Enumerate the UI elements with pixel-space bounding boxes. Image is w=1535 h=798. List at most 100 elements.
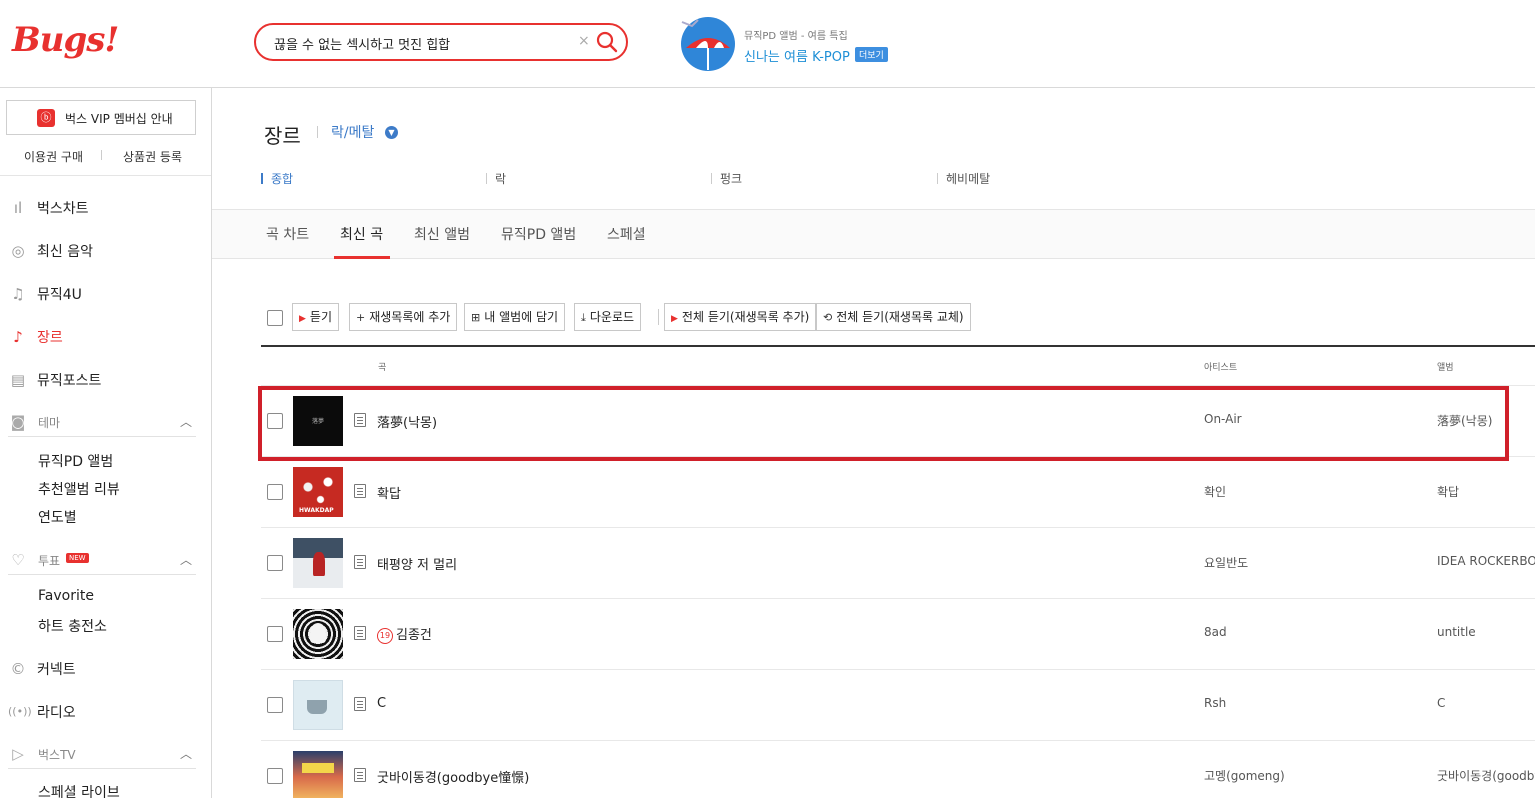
chevron-down-icon[interactable]: ▼ xyxy=(385,126,398,139)
artist-link[interactable]: 요일반도 xyxy=(1204,554,1248,571)
theme-item-musicpd-album[interactable]: 뮤직PD 앨범 xyxy=(38,451,113,471)
tv-group-header[interactable]: ▷ 벅스TV ︿ xyxy=(8,743,196,769)
heart-icon: ♡ xyxy=(11,551,25,569)
listen-all-add-button[interactable]: ▶ 전체 듣기(재생목록 추가) xyxy=(664,303,817,331)
song-title-link[interactable]: 태평양 저 멀리 xyxy=(377,554,457,573)
chevron-up-icon[interactable]: ︿ xyxy=(180,413,192,430)
vote-item-heart-charge[interactable]: 하트 충전소 xyxy=(38,616,107,636)
album-link[interactable]: IDEA ROCKERBOY xyxy=(1437,554,1535,568)
row-divider xyxy=(261,598,1535,599)
vip-membership-button[interactable]: ⓑ 벅스 VIP 멤버십 안내 xyxy=(6,100,196,135)
register-coupon-link[interactable]: 상품권 등록 xyxy=(123,148,182,165)
subgenre-label: 펑크 xyxy=(720,172,743,186)
tab-special[interactable]: 스페셜 xyxy=(607,224,646,244)
lyrics-icon[interactable] xyxy=(354,626,366,640)
album-thumbnail[interactable] xyxy=(293,538,343,588)
artist-link[interactable]: 고멩(gomeng) xyxy=(1204,767,1285,784)
divider xyxy=(658,309,659,325)
new-music-icon: ◎ xyxy=(11,242,25,260)
album-thumbnail[interactable] xyxy=(293,751,343,798)
column-header-artist: 아티스트 xyxy=(1204,363,1238,373)
theme-item-album-review[interactable]: 추천앨범 리뷰 xyxy=(38,479,120,499)
vote-item-favorite[interactable]: Favorite xyxy=(38,588,94,604)
song-title-link[interactable]: 19 김종건 xyxy=(377,624,432,644)
nav-music-post[interactable]: ▤ 뮤직포스트 xyxy=(8,367,204,397)
column-header-song: 곡 xyxy=(378,363,387,373)
artist-link[interactable]: 확인 xyxy=(1204,483,1226,500)
album-link[interactable]: 확답 xyxy=(1437,483,1459,500)
nav-genre[interactable]: ♪ 장르 xyxy=(8,324,204,354)
bugs-logo[interactable]: Bugs! xyxy=(12,20,119,60)
tab-song-chart[interactable]: 곡 차트 xyxy=(266,224,309,244)
promo-more-button[interactable]: 더보기 xyxy=(855,47,888,62)
lyrics-icon[interactable] xyxy=(354,555,366,569)
album-link[interactable]: 굿바이동경(goodbye憧憬) xyxy=(1437,767,1535,784)
row-checkbox[interactable] xyxy=(267,697,283,713)
nav-music4u[interactable]: ♫ 뮤직4U xyxy=(8,281,204,311)
play-icon: ▶ xyxy=(671,314,678,324)
vip-label: 벅스 VIP 멤버십 안내 xyxy=(65,112,173,126)
vote-group-header[interactable]: ♡ 투표 NEW ︿ xyxy=(8,549,196,575)
button-label: 전체 듣기(재생목록 교체) xyxy=(836,310,964,324)
chevron-up-icon[interactable]: ︿ xyxy=(180,551,192,568)
album-thumbnail[interactable] xyxy=(293,680,343,730)
row-checkbox[interactable] xyxy=(267,768,283,784)
album-link[interactable]: C xyxy=(1437,696,1445,710)
song-title-link[interactable]: 확답 xyxy=(377,483,401,502)
add-to-playlist-button[interactable]: + 재생목록에 추가 xyxy=(349,303,458,331)
row-checkbox[interactable] xyxy=(267,484,283,500)
theme-group-header[interactable]: ◙ 테마 ︿ xyxy=(8,411,196,437)
divider xyxy=(0,175,211,176)
add-to-my-album-button[interactable]: ⊞ 내 앨범에 담기 xyxy=(464,303,566,331)
promo-title-link[interactable]: 신나는 여름 K-POP xyxy=(744,46,850,65)
lyrics-icon[interactable] xyxy=(354,484,366,498)
summer-umbrella-image[interactable] xyxy=(678,14,738,72)
download-button[interactable]: ⤓ 다운로드 xyxy=(574,303,642,331)
chevron-up-icon[interactable]: ︿ xyxy=(180,745,192,762)
row-checkbox[interactable] xyxy=(267,626,283,642)
artist-link[interactable]: 8ad xyxy=(1204,625,1227,639)
album-thumbnail[interactable]: HWAKDAP xyxy=(293,467,343,517)
song-title-link[interactable]: C xyxy=(377,696,386,711)
subgenre-tab-rock[interactable]: 락 xyxy=(486,170,506,187)
search-icon[interactable] xyxy=(596,31,618,53)
subgenre-label: 헤비메탈 xyxy=(946,172,991,186)
lyrics-icon[interactable] xyxy=(354,768,366,782)
nav-radio[interactable]: ((•)) 라디오 xyxy=(8,699,204,729)
search-input[interactable]: 끊을 수 없는 섹시하고 멋진 힙합 xyxy=(274,34,450,53)
play-icon: ▶ xyxy=(299,314,306,324)
divider xyxy=(101,150,102,160)
artist-link[interactable]: Rsh xyxy=(1204,696,1226,710)
tab-latest-songs[interactable]: 최신 곡 xyxy=(340,224,383,244)
chart-icon: ıl xyxy=(13,199,23,217)
replay-icon: ⟲ xyxy=(823,311,833,324)
nav-label: 뮤직포스트 xyxy=(37,373,102,389)
bugs-vip-icon: ⓑ xyxy=(37,109,55,127)
nav-new-music[interactable]: ◎ 최신 음악 xyxy=(8,238,204,268)
nav-connect[interactable]: © 커넥트 xyxy=(8,656,204,686)
tab-musicpd-albums[interactable]: 뮤직PD 앨범 xyxy=(501,224,576,244)
tv-icon: ▷ xyxy=(12,745,24,763)
album-link[interactable]: untitle xyxy=(1437,625,1476,639)
subgenre-tab-heavymetal[interactable]: 헤비메탈 xyxy=(937,170,990,187)
listen-all-replace-button[interactable]: ⟲ 전체 듣기(재생목록 교체) xyxy=(816,303,971,331)
song-title-link[interactable]: 굿바이동경(goodbye憧憬) xyxy=(377,767,529,786)
search-box[interactable]: 끊을 수 없는 섹시하고 멋진 힙합 × xyxy=(254,23,628,61)
column-header-album: 앨범 xyxy=(1437,363,1454,373)
tab-latest-albums[interactable]: 최신 앨범 xyxy=(414,224,470,244)
row-checkbox[interactable] xyxy=(267,555,283,571)
clear-icon[interactable]: × xyxy=(578,33,590,49)
tv-item-special-live[interactable]: 스페셜 라이브 xyxy=(38,782,120,798)
lyrics-icon[interactable] xyxy=(354,697,366,711)
theme-item-by-year[interactable]: 연도별 xyxy=(38,507,77,527)
buy-pass-link[interactable]: 이용권 구매 xyxy=(24,148,83,165)
album-thumbnail[interactable] xyxy=(293,609,343,659)
select-all-checkbox[interactable] xyxy=(267,310,283,326)
subgenre-tab-punk[interactable]: 펑크 xyxy=(711,170,742,187)
genre-dropdown[interactable]: 락/메탈 xyxy=(331,122,374,142)
nav-bugs-chart[interactable]: ıl 벅스차트 xyxy=(8,195,204,225)
listen-button[interactable]: ▶ 듣기 xyxy=(292,303,340,331)
subgenre-tab-all[interactable]: 종합 xyxy=(261,170,293,187)
nav-label: 커넥트 xyxy=(37,662,76,678)
highlight-box xyxy=(258,386,1509,461)
